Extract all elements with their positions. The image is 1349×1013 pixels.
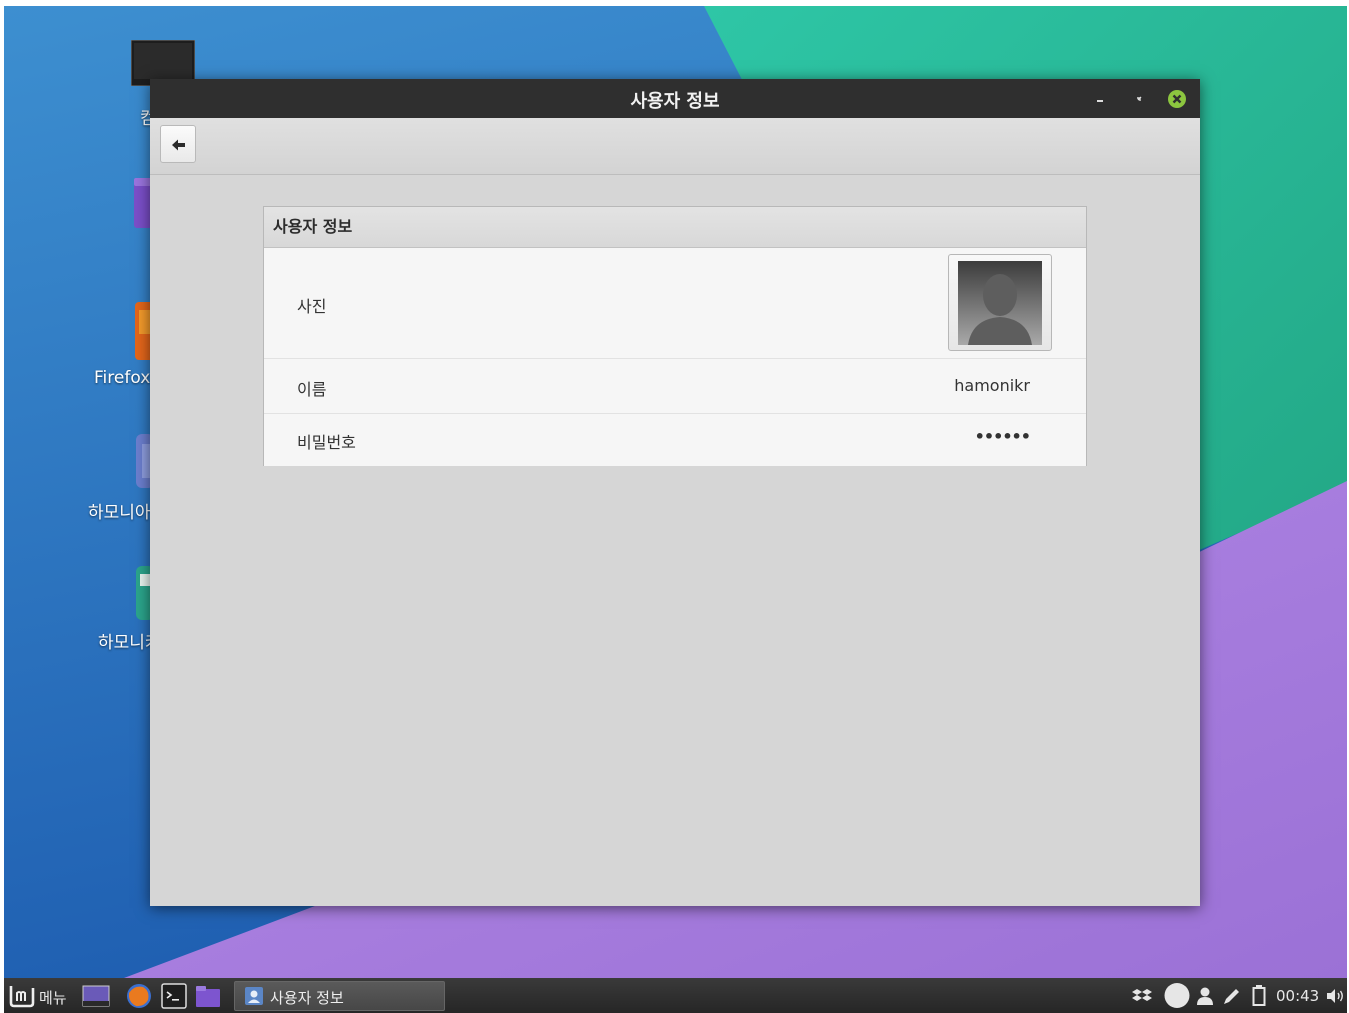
maximize-icon[interactable] — [1129, 89, 1149, 109]
taskbar-window-button[interactable]: 사용자 정보 — [234, 981, 445, 1011]
password-row[interactable]: 비밀번호 •••••• — [264, 414, 1086, 466]
menu-button[interactable]: 메뉴 — [39, 987, 67, 1008]
terminal-icon[interactable] — [161, 983, 187, 1009]
password-label: 비밀번호 — [297, 433, 356, 452]
user-icon[interactable] — [1196, 986, 1214, 1006]
pen-icon[interactable] — [1222, 986, 1242, 1006]
arrow-left-icon — [172, 139, 185, 151]
minimize-icon[interactable] — [1090, 89, 1110, 109]
menu-logo-icon[interactable] — [8, 982, 36, 1009]
panel-title: 사용자 정보 — [264, 207, 1086, 248]
window-titlebar[interactable]: 사용자 정보 — [150, 79, 1200, 118]
taskbar-window-label: 사용자 정보 — [270, 989, 344, 1007]
desktop-icon-label: Firefox — [94, 368, 151, 388]
files-icon[interactable] — [195, 984, 221, 1008]
close-icon[interactable] — [1167, 89, 1187, 109]
battery-icon[interactable] — [1252, 985, 1266, 1007]
taskbar: 메뉴 사용자 정보 00:43 — [4, 978, 1347, 1013]
name-label: 이름 — [297, 380, 327, 399]
desktop-icon-label: 하모니아 — [88, 503, 151, 523]
name-row[interactable]: 이름 hamonikr — [264, 359, 1086, 414]
photo-row: 사진 — [264, 248, 1086, 359]
avatar-icon — [958, 261, 1042, 345]
volume-icon[interactable] — [1326, 988, 1346, 1004]
firefox-launcher-icon[interactable] — [126, 983, 152, 1009]
user-info-panel: 사용자 정보 사진 이름 hamonikr 비밀번호 •••••• — [263, 206, 1087, 466]
user-info-window: 사용자 정보 사용자 정보 사진 이름 hamonikr 비밀번호 •••••• — [150, 79, 1200, 906]
user-info-app-icon — [245, 987, 263, 1005]
password-value[interactable]: •••••• — [975, 427, 1031, 446]
clock[interactable]: 00:43 — [1276, 987, 1319, 1005]
show-desktop-icon[interactable] — [82, 984, 110, 1008]
window-toolbar — [150, 118, 1200, 175]
window-title: 사용자 정보 — [630, 91, 720, 112]
photo-label: 사진 — [297, 297, 327, 316]
name-value[interactable]: hamonikr — [954, 376, 1030, 395]
dropbox-icon[interactable] — [1132, 987, 1152, 1005]
network-icon[interactable] — [1163, 982, 1191, 1009]
photo-button[interactable] — [948, 254, 1052, 351]
back-button[interactable] — [160, 125, 196, 163]
